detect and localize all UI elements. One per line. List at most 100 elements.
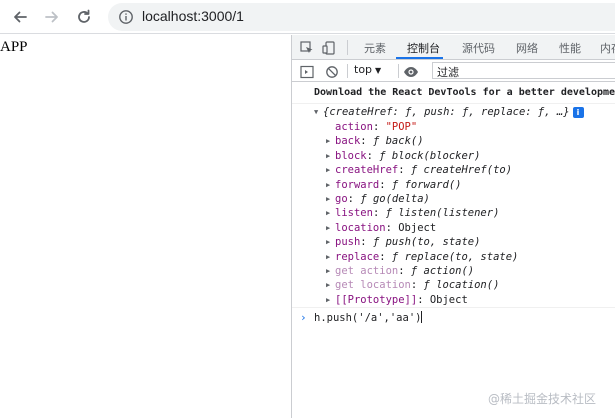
expand-right-triangle-icon[interactable]: ▶ — [326, 192, 335, 207]
address-bar[interactable]: localhost:3000/1 — [108, 3, 615, 31]
object-entry-row[interactable]: ▶ get location: ƒ location() — [326, 278, 499, 293]
expand-down-triangle-icon[interactable]: ▼ — [314, 105, 323, 120]
console-prompt[interactable]: › h.push('/a','aa') — [292, 309, 615, 327]
live-expression-eye-icon[interactable] — [403, 64, 419, 83]
expand-right-triangle-icon[interactable]: ▶ — [326, 221, 335, 236]
object-entry-row[interactable]: ▶ location: Object — [326, 221, 436, 236]
entry-value: Object — [429, 293, 468, 306]
expand-right-triangle-icon[interactable]: ▶ — [326, 235, 335, 250]
expand-right-triangle-icon[interactable]: ▶ — [326, 134, 335, 149]
entry-value: createHref(to) — [423, 164, 513, 177]
object-entry-row[interactable]: ▶ [[Prototype]]: Object — [326, 293, 468, 308]
object-preview: {createHref: ƒ, push: ƒ, replace: ƒ, …} — [323, 106, 570, 118]
function-symbol: ƒ — [379, 149, 392, 162]
expand-right-triangle-icon[interactable]: ▶ — [326, 206, 335, 221]
object-entry-row[interactable]: ▶ createHref: ƒ createHref(to) — [326, 163, 512, 178]
sidebar-toggle-icon[interactable] — [300, 64, 314, 83]
entry-key: createHref — [335, 164, 399, 177]
entry-separator: : — [360, 135, 373, 148]
devtools-tab-bar: 元素 控制台 源代码 网络 性能 内存 — [292, 35, 615, 60]
entry-key: get location — [335, 279, 411, 292]
function-symbol: ƒ — [385, 207, 399, 220]
page-viewport: APP — [0, 35, 291, 418]
reload-icon[interactable] — [72, 5, 96, 29]
entry-separator: : — [366, 149, 380, 162]
expand-right-triangle-icon[interactable]: ▶ — [326, 293, 335, 308]
back-arrow-icon[interactable] — [8, 5, 32, 29]
expand-right-triangle-icon[interactable]: ▶ — [326, 250, 335, 265]
prompt-caret-icon: › — [300, 311, 307, 324]
expand-right-triangle-icon[interactable]: ▶ — [326, 278, 335, 293]
expand-right-triangle-icon[interactable]: ▶ — [326, 264, 335, 279]
active-tab-indicator — [396, 57, 443, 59]
entry-key: back — [335, 135, 361, 148]
object-preview-row[interactable]: ▼ {createHref: ƒ, push: ƒ, replace: ƒ, …}… — [314, 105, 584, 120]
entry-value: replace(to, state) — [404, 250, 519, 263]
entry-separator: : — [398, 164, 411, 177]
entry-key: [[Prototype]] — [335, 293, 418, 306]
entry-separator: : — [379, 178, 392, 191]
function-symbol: ƒ — [423, 279, 437, 292]
entry-value: listen(listener) — [398, 207, 500, 220]
entry-key: listen — [335, 207, 373, 220]
tab-network[interactable]: 网络 — [516, 40, 538, 56]
entry-value: back() — [385, 135, 424, 148]
object-entry-row[interactable]: ▶ get action: ƒ action() — [326, 264, 474, 279]
message-divider — [292, 103, 615, 104]
message-divider — [292, 307, 615, 308]
expand-right-triangle-icon[interactable]: ▶ — [326, 178, 335, 193]
expand-right-triangle-icon[interactable]: ▶ — [326, 163, 335, 178]
prompt-input[interactable]: h.push('/a','aa') — [314, 311, 423, 324]
object-entry-row[interactable]: ▶ back: ƒ back() — [326, 134, 424, 149]
tab-performance[interactable]: 性能 — [559, 40, 581, 56]
object-entry-row[interactable]: ▶ listen: ƒ listen(listener) — [326, 206, 499, 221]
object-entry-row: action: "POP" — [326, 120, 417, 135]
entry-value: push(to, state) — [385, 236, 481, 249]
browser-toolbar: localhost:3000/1 — [0, 0, 615, 34]
inspect-element-icon[interactable] — [300, 40, 314, 59]
tab-console[interactable]: 控制台 — [407, 40, 440, 56]
object-entry-row[interactable]: ▶ forward: ƒ forward() — [326, 178, 461, 193]
entry-key: go — [335, 193, 348, 205]
dropdown-arrow-icon: ▼ — [375, 66, 382, 75]
entry-key: replace — [335, 250, 380, 263]
clear-console-icon[interactable] — [325, 64, 339, 83]
function-symbol: ƒ — [372, 236, 386, 249]
entry-value: "POP" — [385, 121, 418, 133]
entry-separator: : — [417, 293, 430, 306]
entry-value: Object — [398, 221, 437, 234]
toolbar-divider — [347, 40, 348, 55]
tab-memory[interactable]: 内存 — [600, 40, 615, 56]
toolbar-divider — [398, 64, 399, 78]
entry-value: block(blocker) — [391, 149, 481, 162]
site-info-icon[interactable] — [118, 9, 134, 29]
forward-arrow-icon[interactable] — [40, 5, 64, 29]
entry-separator: : — [360, 236, 373, 249]
prompt-code-text: h.push('/a','aa') — [314, 312, 422, 324]
expand-right-triangle-icon[interactable]: ▶ — [326, 149, 335, 164]
entry-separator: : — [372, 207, 386, 220]
console-filter-input[interactable]: 过滤 — [432, 62, 615, 79]
entry-value: action() — [423, 265, 475, 277]
console-output: Download the React DevTools for a better… — [292, 83, 615, 418]
function-symbol: ƒ — [360, 193, 373, 205]
entry-separator: : — [398, 265, 411, 277]
object-entry-row[interactable]: ▶ go: ƒ go(delta) — [326, 192, 430, 207]
entry-separator: : — [410, 279, 424, 292]
device-toolbar-icon[interactable] — [322, 40, 336, 59]
toolbar-divider — [347, 64, 348, 78]
object-entry-row[interactable]: ▶ push: ƒ push(to, state) — [326, 235, 480, 250]
object-entry-row[interactable]: ▶ replace: ƒ replace(to, state) — [326, 250, 518, 265]
app-text: APP — [0, 39, 28, 55]
object-entry-row[interactable]: ▶ block: ƒ block(blocker) — [326, 149, 480, 164]
entry-separator: : — [347, 193, 361, 205]
devtools-panel: 元素 控制台 源代码 网络 性能 内存 top▼ 过滤 Download the… — [291, 35, 615, 418]
entry-key: action — [335, 121, 373, 133]
entry-separator: : — [379, 250, 392, 263]
entry-value: forward() — [404, 178, 462, 191]
console-toolbar: top ▼ 过滤 — [292, 60, 615, 82]
info-icon[interactable]: i — [572, 107, 584, 118]
context-selector[interactable]: top ▼ — [354, 63, 381, 76]
tab-sources[interactable]: 源代码 — [462, 40, 495, 56]
tab-elements[interactable]: 元素 — [364, 40, 386, 56]
